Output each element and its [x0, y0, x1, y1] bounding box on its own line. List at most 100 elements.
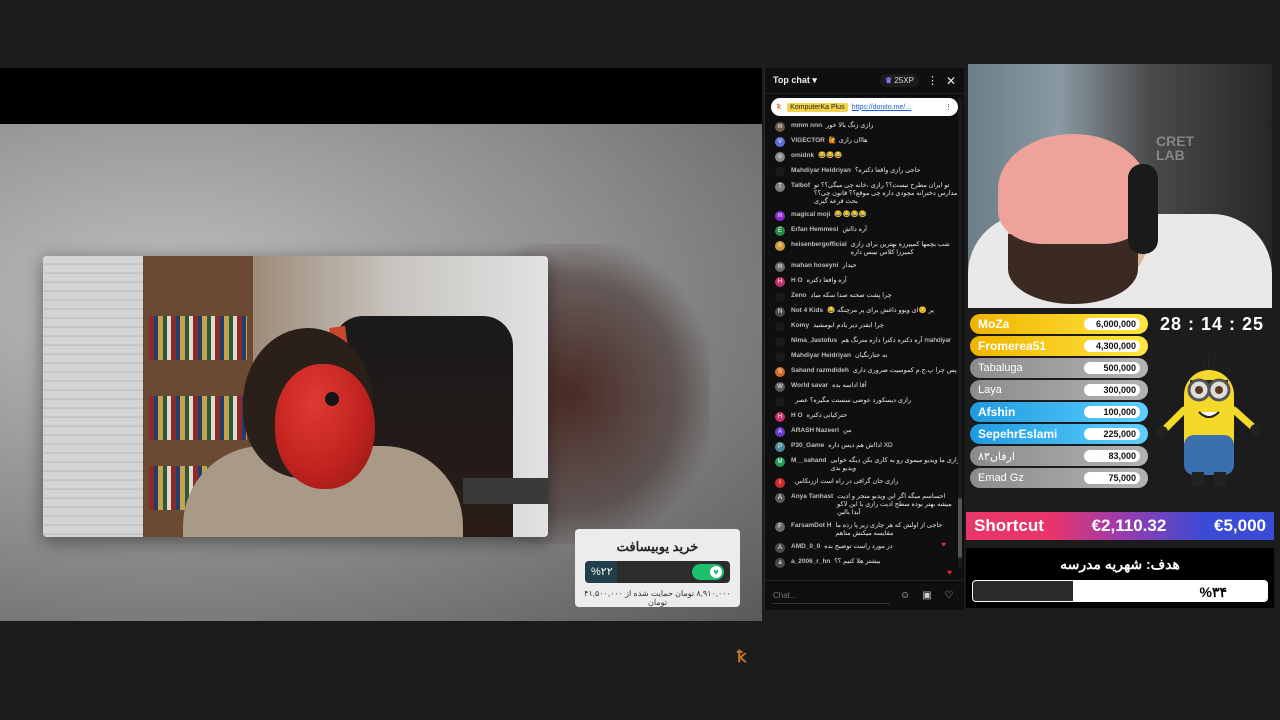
chat-message[interactable]: H H O آره واقعا دکتره — [775, 277, 960, 287]
chat-message[interactable]: E Erfan Hemmesi آره دااش — [775, 226, 960, 236]
chat-message[interactable]: m magical moji 😂😂😂😂 — [775, 211, 960, 221]
leaderboard-row: ارفان۸۳ 83,000 — [970, 446, 1148, 466]
chat-message[interactable]: N Not 4 Kids پر ☺️ای ویوو داغش برای پر مرچ… — [775, 307, 960, 317]
avatar[interactable] — [775, 292, 785, 302]
avatar[interactable]: m — [775, 211, 785, 221]
avatar[interactable] — [775, 167, 785, 177]
video-player[interactable]: خرید یوبیسافت %۲۲ ♥ ۸,۹۱۰,۰۰۰ تومان حمای… — [0, 68, 762, 666]
heart-icon[interactable]: ♡ — [942, 589, 956, 603]
chat-message[interactable]: A Anya Tanhast احساسم میگه اگر این ویدیو م… — [775, 493, 960, 517]
chat-message[interactable]: a a_2006_r_hn بیشتر هلا کنیم ؟؟ — [775, 558, 960, 568]
avatar[interactable]: m — [775, 122, 785, 132]
avatar[interactable]: S — [775, 367, 785, 377]
chat-message[interactable]: F FarsamDot H حاجی از اولش که هر چاری زیر … — [775, 522, 960, 538]
avatar[interactable]: T — [775, 182, 785, 192]
chat-author[interactable]: Erfan Hemmesi — [791, 226, 838, 234]
chat-input[interactable] — [773, 587, 890, 604]
chat-author[interactable]: H O — [791, 277, 803, 285]
chat-author[interactable]: Not 4 Kids — [791, 307, 823, 315]
chat-author[interactable]: M__sahand — [791, 457, 826, 465]
chat-author[interactable]: magical moji — [791, 211, 830, 219]
chat-message[interactable]: W World savar آقا اداسه بده — [775, 382, 960, 392]
chat-author[interactable]: World savar — [791, 382, 828, 390]
chat-author[interactable]: H O — [791, 412, 803, 420]
avatar[interactable]: N — [775, 307, 785, 317]
chat-message[interactable]: Nima_Jastofus mahdiyar آره دکتره دکترا دا… — [775, 337, 960, 347]
chat-message[interactable]: Mahdiyar Heidriyan نه حتارنگیان — [775, 352, 960, 362]
chat-message[interactable]: h heisenbergofficial شب بچمها کمیپرزه بهتر… — [775, 241, 960, 257]
more-options-icon[interactable]: ⋮ — [927, 74, 938, 87]
avatar[interactable]: h — [775, 241, 785, 251]
chat-author[interactable]: a_2006_r_hn — [791, 558, 830, 566]
emoji-icon[interactable]: ☺ — [898, 589, 912, 603]
close-icon[interactable]: ✕ — [946, 74, 956, 88]
donation-percent: %۲۲ — [591, 566, 613, 578]
chat-author[interactable]: heisenbergofficial — [791, 241, 847, 249]
avatar[interactable]: I — [775, 478, 785, 488]
avatar[interactable]: W — [775, 382, 785, 392]
chat-author[interactable]: mahan hoseyni — [791, 262, 838, 270]
chat-author[interactable]: P30_Game — [791, 442, 824, 450]
avatar[interactable]: A — [775, 493, 785, 503]
chat-author[interactable]: Talbof — [791, 182, 810, 190]
chat-message[interactable]: P P30_Game XD ادااش هم دیس داره — [775, 442, 960, 452]
chat-author[interactable]: ARASH Nazeeri — [791, 427, 839, 435]
xp-badge[interactable]: ♛ 25XP — [879, 74, 919, 87]
avatar[interactable] — [775, 352, 785, 362]
donation-progress-bar: %۲۲ ♥ — [585, 561, 730, 583]
chair-brand: CRET LAB — [1156, 133, 1195, 163]
chat-author[interactable]: Mahdiyar Heidriyan — [791, 352, 851, 360]
avatar[interactable]: H — [775, 412, 785, 422]
chat-author[interactable]: VIGECTOR — [791, 137, 825, 145]
avatar[interactable]: V — [775, 137, 785, 147]
chat-message[interactable]: H H O حترکیانی دکتره — [775, 412, 960, 422]
chat-message[interactable]: V VIGECTOR هااان رازی 🙋 — [775, 137, 960, 147]
chat-message[interactable]: A AMD_0_0 در مورد راست توضیح بده — [775, 543, 960, 553]
chat-message[interactable]: M M__sahand رازی ما ویدیو میموی رو به کاری… — [775, 457, 960, 473]
more-options-icon[interactable]: ⋮ — [945, 103, 952, 111]
avatar[interactable]: E — [775, 226, 785, 236]
chat-message[interactable]: T Talbof تو ایران مطرح نیست؟؟ رازی ،خانه چ… — [775, 182, 960, 206]
super-chat-icon[interactable]: ▣ — [920, 589, 934, 603]
chat-author[interactable]: Nima_Jastofus — [791, 337, 837, 345]
chat-author[interactable]: Anya Tanhast — [791, 493, 833, 501]
avatar[interactable]: M — [775, 457, 785, 467]
chat-message[interactable]: S Sahand razmdideh پس چرا پ.ج.م کموسیت ضرو… — [775, 367, 960, 377]
chat-message[interactable]: o omidnk 😂😂😂 — [775, 152, 960, 162]
chat-message-list[interactable]: m mmm nnn رازی زنگ بالا خور V VIGECTOR هااان … — [765, 120, 964, 580]
chat-message[interactable]: A ARASH Nazeeri من — [775, 427, 960, 437]
chat-text: 😂😂😂😂 — [834, 211, 867, 218]
chat-author[interactable]: Sahand razmdideh — [791, 367, 849, 375]
chat-message[interactable]: m mahan hoseyni حیدار — [775, 262, 960, 272]
avatar[interactable] — [775, 397, 785, 407]
chat-message[interactable]: Komy چرا انقدر دیر یادم ابومشید — [775, 322, 960, 332]
pinned-link[interactable]: https://donito.me/... — [852, 104, 945, 111]
avatar[interactable] — [775, 322, 785, 332]
donation-subtitle: ۸,۹۱۰,۰۰۰ تومان حمایت شده از ۴۱,۵۰۰,۰۰۰ … — [584, 589, 731, 607]
chat-author[interactable]: AMD_0_0 — [791, 543, 820, 551]
chat-mode-dropdown[interactable]: Top chat ▾ — [773, 75, 880, 86]
avatar[interactable]: o — [775, 152, 785, 162]
chat-author[interactable]: omidnk — [791, 152, 814, 160]
chat-author[interactable]: FarsamDot H — [791, 522, 831, 530]
chat-author[interactable]: Zeno — [791, 292, 807, 300]
chat-author[interactable]: mmm nnn — [791, 122, 822, 130]
avatar[interactable]: P — [775, 442, 785, 452]
avatar[interactable]: a — [775, 558, 785, 568]
chat-message[interactable]: Mahdiyar Heidriyan حاجی رازی واقعا دکتره؟ — [775, 167, 960, 177]
chat-author[interactable]: Komy — [791, 322, 809, 330]
avatar[interactable]: m — [775, 262, 785, 272]
pinned-message[interactable]: ꝁ KomputerKa Plus https://donito.me/... … — [771, 98, 958, 116]
chat-message[interactable]: I رازی جان گرافی در راه است ازرنکاس — [775, 478, 960, 488]
avatar[interactable]: A — [775, 427, 785, 437]
chat-message[interactable]: Zeno چرا پشت صحنه صدا سکه میاد — [775, 292, 960, 302]
chat-author[interactable]: Mahdiyar Heidriyan — [791, 167, 851, 175]
avatar[interactable] — [775, 337, 785, 347]
chat-message[interactable]: رازی دیسکورد عوضی سسنت مگیره؟ عصر — [775, 397, 960, 407]
chat-message[interactable]: m mmm nnn رازی زنگ بالا خور — [775, 122, 960, 132]
avatar[interactable]: H — [775, 277, 785, 287]
school-tuition-goal: هدف: شهریه مدرسه %۳۴ — [966, 548, 1274, 608]
avatar[interactable]: A — [775, 543, 785, 553]
chat-scrollbar[interactable] — [958, 98, 962, 568]
avatar[interactable]: F — [775, 522, 785, 532]
